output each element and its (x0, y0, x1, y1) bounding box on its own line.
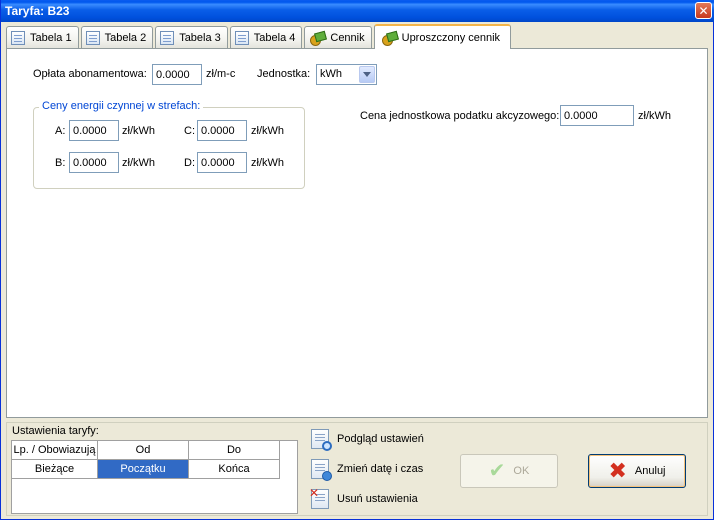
zone-a-label: A: (55, 125, 66, 137)
calendar-clock-icon (311, 459, 332, 481)
tab-tabela-4[interactable]: Tabela 4 (229, 26, 303, 48)
zone-c-unit: zł/kWh (251, 125, 284, 137)
tariff-window: Taryfa: B23 ✕ Tabela 1 Tabela 2 Tabela 3… (0, 0, 714, 520)
ok-label: OK (513, 465, 530, 477)
zone-a-input[interactable] (69, 120, 119, 141)
cancel-icon: ✖ (608, 458, 627, 483)
tab-label: Tabela 4 (253, 31, 296, 44)
tab-label: Uproszczony cennik (401, 31, 501, 44)
tab-tabela-1[interactable]: Tabela 1 (6, 26, 79, 48)
grid-header-lp[interactable]: Lp. / Obowiazują (12, 441, 98, 460)
grid-header-od[interactable]: Od (98, 441, 189, 460)
check-icon: ✔ (488, 460, 506, 482)
preview-icon (311, 429, 332, 451)
unit-select-value: kWh (320, 68, 342, 80)
subscription-unit: zł/m-c (206, 68, 236, 80)
close-button[interactable]: ✕ (695, 2, 712, 19)
preview-settings-button[interactable]: Podgląd ustawień (311, 428, 424, 451)
tab-label: Tabela 2 (104, 31, 147, 44)
settings-title: Ustawienia taryfy: (12, 425, 99, 437)
document-icon (160, 30, 175, 45)
coins-icon (381, 31, 397, 46)
tab-label: Tabela 1 (30, 31, 72, 44)
excise-unit: zł/kWh (638, 110, 671, 122)
close-icon: ✕ (698, 3, 709, 18)
zone-a-unit: zł/kWh (122, 125, 155, 137)
zone-b-label: B: (55, 157, 66, 169)
settings-grid[interactable]: Lp. / Obowiazują Od Do Bieżące Początku … (11, 440, 298, 514)
title-bar: Taryfa: B23 ✕ (1, 0, 714, 22)
zone-d-input[interactable] (197, 152, 247, 173)
document-icon (11, 30, 25, 45)
change-date-button[interactable]: Zmień datę i czas (311, 458, 424, 481)
zone-b-unit: zł/kWh (122, 157, 155, 169)
document-icon (234, 30, 249, 45)
unit-select[interactable]: kWh (316, 64, 377, 85)
tab-cennik[interactable]: Cennik (304, 26, 372, 48)
zone-b-input[interactable] (69, 152, 119, 173)
tab-label: Tabela 3 (179, 31, 221, 44)
chevron-down-icon[interactable] (359, 66, 375, 83)
grid-cell-current[interactable]: Bieżące (12, 460, 98, 479)
grid-cell-to[interactable]: Końca (189, 460, 280, 479)
preview-label: Podgląd ustawień (337, 433, 424, 445)
subscription-input[interactable] (152, 64, 202, 85)
zones-title: Ceny energii czynnej w strefach: (39, 100, 204, 112)
zone-c-input[interactable] (197, 120, 247, 141)
window-title: Taryfa: B23 (5, 4, 70, 18)
excise-input[interactable] (560, 105, 634, 126)
tab-tabela-3[interactable]: Tabela 3 (155, 26, 228, 48)
tab-label: Cennik (330, 31, 365, 44)
excise-label: Cena jednostkowa podatku akcyzowego: (360, 110, 560, 122)
zone-c-label: C: (184, 125, 195, 137)
zone-d-label: D: (184, 157, 195, 169)
delete-icon: ✕ (309, 487, 329, 509)
coins-icon (309, 31, 325, 46)
delete-label: Usuń ustawienia (337, 493, 418, 505)
unit-label: Jednostka: (257, 68, 311, 80)
delete-settings-button[interactable]: ✕ Usuń ustawienia (309, 487, 418, 510)
tab-tabela-2[interactable]: Tabela 2 (80, 26, 154, 48)
grid-cell-from[interactable]: Początku (98, 460, 189, 479)
ok-button[interactable]: ✔ OK (460, 454, 558, 488)
cancel-label: Anuluj (634, 465, 666, 477)
grid-header-do[interactable]: Do (189, 441, 280, 460)
document-icon (85, 30, 100, 45)
zone-d-unit: zł/kWh (251, 157, 284, 169)
change-date-label: Zmień datę i czas (337, 463, 424, 475)
subscription-label: Opłata abonamentowa: (33, 68, 147, 80)
tab-strip: Tabela 1 Tabela 2 Tabela 3 Tabela 4 Cenn… (6, 24, 513, 49)
tab-uproszczony-cennik[interactable]: Uproszczony cennik (373, 24, 512, 49)
cancel-button[interactable]: ✖ Anuluj (588, 454, 686, 488)
